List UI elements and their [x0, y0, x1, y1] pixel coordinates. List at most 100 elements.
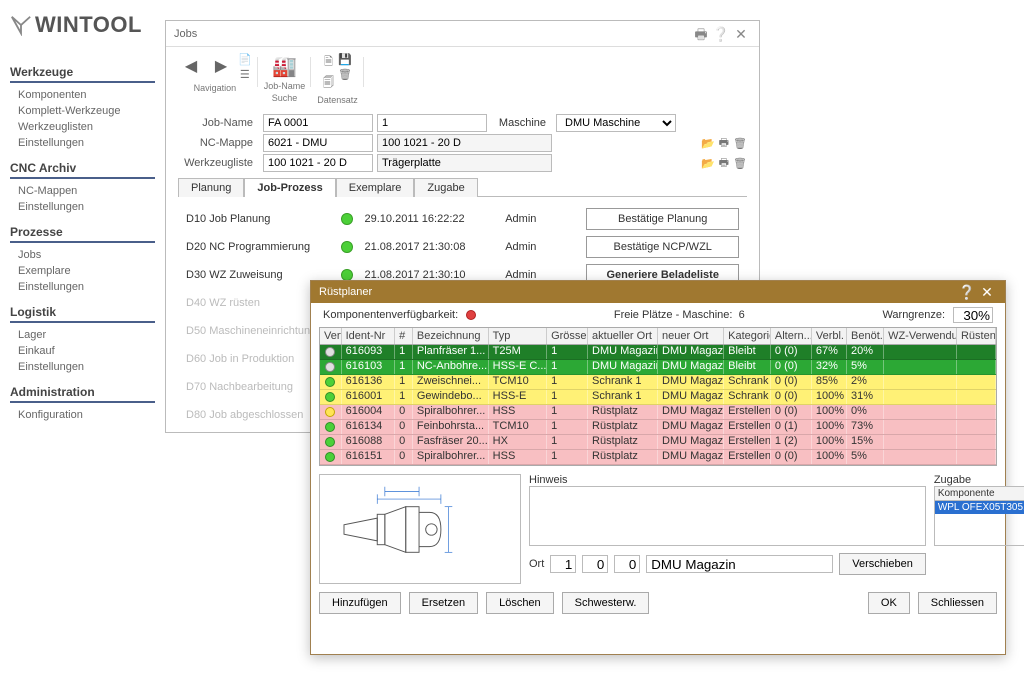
table-row[interactable]: 6161031NC-Anbohre...HSS-E C...1DMU Magaz… — [320, 360, 996, 375]
window-title: Jobs — [174, 21, 691, 47]
replace-button[interactable]: Ersetzen — [409, 592, 478, 614]
list-icon[interactable]: ☰ — [238, 68, 252, 81]
nav-item[interactable]: Lager — [10, 327, 155, 343]
werkzeugliste-field[interactable] — [263, 154, 373, 172]
nav-item[interactable]: NC-Mappen — [10, 183, 155, 199]
nav-item[interactable]: Einstellungen — [10, 279, 155, 295]
column-header[interactable]: Altern... — [771, 328, 812, 344]
status-dot — [325, 347, 335, 357]
field-print-icon[interactable]: 🖶 — [719, 154, 729, 173]
close-icon[interactable]: ✕ — [977, 282, 997, 302]
status-dot — [341, 241, 353, 253]
nav-section-administration[interactable]: Administration — [10, 385, 155, 403]
column-header[interactable]: # — [395, 328, 413, 344]
column-header[interactable]: Verf. — [320, 328, 342, 344]
ort-text[interactable] — [646, 555, 833, 573]
column-header[interactable]: Kategorie — [724, 328, 771, 344]
print-icon[interactable]: 🖶 — [691, 24, 711, 44]
ort-n2[interactable] — [582, 555, 608, 573]
factory-icon[interactable]: 🏭 — [271, 53, 297, 79]
column-header[interactable]: Benöt. — [847, 328, 884, 344]
nav-section-cnc-archiv[interactable]: CNC Archiv — [10, 161, 155, 179]
column-header[interactable]: aktueller Ort — [588, 328, 658, 344]
column-header[interactable]: Rüsten — [957, 328, 996, 344]
column-header[interactable]: Bezeichnung — [413, 328, 489, 344]
close-button[interactable]: Schliessen — [918, 592, 997, 614]
nav-item[interactable]: Komplett-Werkzeuge — [10, 103, 155, 119]
table-row[interactable]: 6160880Fasfräser 20...HX1RüstplatzDMU Ma… — [320, 435, 996, 450]
hinweis-textarea[interactable] — [529, 486, 926, 546]
column-header[interactable]: Grösse — [547, 328, 588, 344]
job-name-field[interactable] — [263, 114, 373, 132]
column-header[interactable]: Ident-Nr — [342, 328, 396, 344]
werk-doc-field[interactable] — [377, 154, 552, 172]
nav-section-werkzeuge[interactable]: Werkzeuge — [10, 65, 155, 83]
table-row[interactable]: 6161340Feinbohrsta...TCM101RüstplatzDMU … — [320, 420, 996, 435]
nav-section-logistik[interactable]: Logistik — [10, 305, 155, 323]
tab-planung[interactable]: Planung — [178, 178, 244, 197]
ort-n3[interactable] — [614, 555, 640, 573]
save-icon[interactable]: 💾 — [338, 53, 352, 66]
field-print-icon[interactable]: 🖶 — [719, 134, 729, 153]
column-header[interactable]: WZ-Verwendu... — [884, 328, 957, 344]
table-row[interactable]: 6160011Gewindebo...HSS-E1Schrank 1DMU Ma… — [320, 390, 996, 405]
nav-item[interactable]: Komponenten — [10, 87, 155, 103]
table-row[interactable]: 6160931Planfräser 1...T25M1DMU MagazinDM… — [320, 345, 996, 360]
field-open-icon[interactable]: 📂 — [701, 137, 715, 150]
nc-mappe-field[interactable] — [263, 134, 373, 152]
hinweis-label: Hinweis — [529, 474, 926, 486]
tab-zugabe[interactable]: Zugabe — [414, 178, 477, 197]
column-header[interactable]: Verbl. — [812, 328, 847, 344]
help-icon[interactable]: ❔ — [711, 24, 731, 44]
field-open-icon[interactable]: 📂 — [701, 157, 715, 170]
availability-status-icon — [466, 310, 476, 320]
ort-n1[interactable] — [550, 555, 576, 573]
add-button[interactable]: Hinzufügen — [319, 592, 401, 614]
table-row[interactable]: 6160040Spiralbohrer...HSS1RüstplatzDMU M… — [320, 405, 996, 420]
warn-limit-input[interactable] — [953, 307, 993, 323]
ok-button[interactable]: OK — [868, 592, 910, 614]
delete-icon[interactable]: 🗑 — [338, 68, 352, 81]
column-header[interactable]: neuer Ort — [658, 328, 724, 344]
nav-item[interactable]: Exemplare — [10, 263, 155, 279]
status-dot — [341, 213, 353, 225]
table-row[interactable]: 6161510Spiralbohrer...HSS1RüstplatzDMU M… — [320, 450, 996, 465]
nav-item[interactable]: Werkzeuglisten — [10, 119, 155, 135]
status-dot — [325, 437, 335, 447]
nav-back-icon[interactable]: ◀ — [178, 53, 204, 79]
zugabe-row[interactable]: WPL OFEX05T305... 0 — [935, 501, 1024, 514]
field-delete-icon[interactable]: 🗑 — [733, 137, 747, 150]
process-button[interactable]: Bestätige NCP/WZL — [586, 236, 739, 258]
maschine-select[interactable]: DMU Maschine — [556, 114, 676, 132]
help-icon[interactable]: ❔ — [957, 282, 977, 302]
nav-section-prozesse[interactable]: Prozesse — [10, 225, 155, 243]
copy-icon[interactable]: 📄 — [238, 53, 252, 66]
new-icon[interactable]: 🗎 — [323, 53, 334, 72]
dup-icon[interactable]: 🗐 — [323, 74, 334, 93]
nc-doc-field[interactable] — [377, 134, 552, 152]
job-num-field[interactable] — [377, 114, 487, 132]
nav-item[interactable]: Jobs — [10, 247, 155, 263]
nav-fwd-icon[interactable]: ▶ — [208, 53, 234, 79]
sister-button[interactable]: Schwesterw. — [562, 592, 650, 614]
status-dot — [325, 407, 335, 417]
nav-item[interactable]: Einkauf — [10, 343, 155, 359]
close-icon[interactable]: ✕ — [731, 24, 751, 44]
tab-job-prozess[interactable]: Job-Prozess — [244, 178, 335, 197]
column-header[interactable]: Typ — [489, 328, 547, 344]
process-row: D20 NC Programmierung21.08.2017 21:30:08… — [186, 233, 739, 261]
delete-button[interactable]: Löschen — [486, 592, 554, 614]
nav-item[interactable]: Konfiguration — [10, 407, 155, 423]
nav-item[interactable]: Einstellungen — [10, 359, 155, 375]
zugabe-label: Zugabe — [934, 474, 1024, 486]
process-row: D10 Job Planung29.10.2011 16:22:22AdminB… — [186, 205, 739, 233]
toolbar: ◀ ▶ 📄 ☰ Navigation 🏭 Job-Name Suche 🗎 🗐 — [166, 47, 759, 107]
verschieben-button[interactable]: Verschieben — [839, 553, 926, 575]
nav-item[interactable]: Einstellungen — [10, 135, 155, 151]
field-delete-icon[interactable]: 🗑 — [733, 157, 747, 170]
table-row[interactable]: 6161361Zweischnei...TCM101Schrank 1DMU M… — [320, 375, 996, 390]
tool-drawing — [319, 474, 521, 584]
tab-exemplare[interactable]: Exemplare — [336, 178, 415, 197]
process-button[interactable]: Bestätige Planung — [586, 208, 739, 230]
nav-item[interactable]: Einstellungen — [10, 199, 155, 215]
